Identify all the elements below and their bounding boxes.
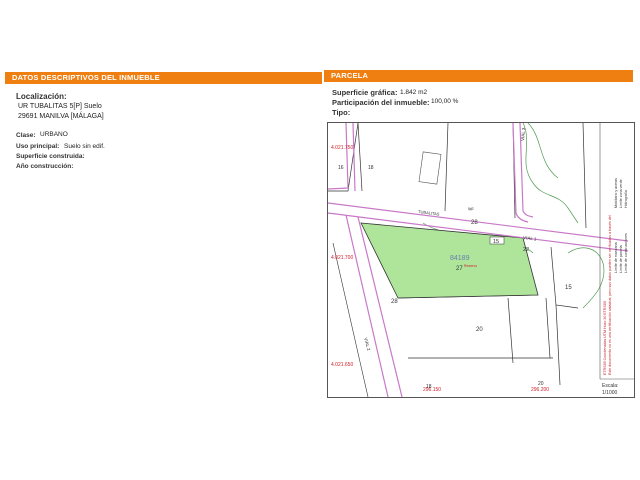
legend-item: Límite de parcela xyxy=(619,245,623,273)
clase-value: URBANO xyxy=(40,131,68,138)
legend-item: Límite zona verde xyxy=(619,179,623,208)
legend-item: Límite de manzana xyxy=(614,242,618,273)
lot-number: 15 xyxy=(493,239,499,245)
lot-boundary xyxy=(582,123,587,229)
legend-item: Límite de construcciones xyxy=(624,233,628,273)
superficie-grafica-value: 1.842 m2 xyxy=(400,89,428,96)
cadastral-map: 4.021.750 4.021.700 4.021.650 296.150 29… xyxy=(327,122,635,398)
tipo-label: Tipo: xyxy=(332,108,351,117)
participacion-label: Participación del inmueble: xyxy=(332,98,430,107)
lot-boundary xyxy=(507,297,514,364)
scale-value: 1/1000 xyxy=(602,390,618,396)
coord-mid: 4.021.700 xyxy=(331,255,353,261)
vegetation-contour xyxy=(567,247,605,309)
lot-boundary xyxy=(555,304,561,386)
legend-side-text: Este documento no es una certificación c… xyxy=(608,215,612,375)
superficie-grafica-label: Superficie gráfica: xyxy=(332,88,398,97)
uso-principal-label: Uso principal: xyxy=(16,143,60,150)
lot-number: 22 xyxy=(523,247,529,253)
parcel-number: 27 xyxy=(456,266,463,272)
lot-boundary xyxy=(357,123,363,192)
lot-boundary xyxy=(332,242,369,397)
via-label-2: VIAL 2 xyxy=(363,337,371,352)
ano-construccion-label: Año construcción: xyxy=(16,163,74,170)
road-edge xyxy=(328,123,349,190)
coord-bottom: 4.021.650 xyxy=(331,362,353,368)
clase-label: Clase: xyxy=(16,132,36,139)
lot-number: 18 xyxy=(426,384,432,390)
uso-principal-value: Suelo sin edif. xyxy=(64,143,105,150)
lot-number: 20 xyxy=(538,381,544,387)
via-label-1: VIAL 1 xyxy=(523,235,537,242)
road-label-b: MF xyxy=(468,206,475,212)
vegetation-contour xyxy=(522,123,579,224)
localizacion-line2: 29691 MANILVA [MÁLAGA] xyxy=(18,113,104,120)
lot-boundary xyxy=(550,246,579,309)
lot-number: 18 xyxy=(368,165,374,171)
localizacion-label: Localización: xyxy=(16,92,67,101)
lot-boundary xyxy=(545,297,551,359)
lot-boundary xyxy=(444,123,449,212)
lot-number: 28 xyxy=(471,220,478,226)
via-label-top: VIAL 3 xyxy=(520,127,526,141)
legend-item: Mobiliario y aceras xyxy=(614,178,618,208)
parcel-id: 84189 xyxy=(450,255,470,262)
map-drawing: 4.021.750 4.021.700 4.021.650 296.150 29… xyxy=(328,123,634,397)
legend-item: Hidrografía xyxy=(624,190,628,208)
descriptive-data-header: DATOS DESCRIPTIVOS DEL INMUEBLE xyxy=(5,72,322,84)
parcel-tag: Reservo xyxy=(464,264,477,268)
lot-number: 20 xyxy=(476,327,483,333)
building-outline xyxy=(418,151,442,185)
lot-number: 28 xyxy=(391,299,398,305)
scale-label: Escala: xyxy=(602,383,618,389)
lot-number: 15 xyxy=(565,285,572,291)
legend-side-text: ETRS89 Coordenadas UTM Huso 30 ETRS89 xyxy=(603,301,607,375)
participacion-value: 100,00 % xyxy=(431,98,459,105)
coord-x-right: 296.200 xyxy=(531,387,549,393)
lot-number: 16 xyxy=(338,165,344,171)
coord-top: 4.021.750 xyxy=(331,145,353,151)
localizacion-line1: UR TUBALITAS 5[P] Suelo xyxy=(18,103,102,110)
vegetation-contour xyxy=(527,123,559,179)
parcela-header: PARCELA xyxy=(324,70,633,82)
superficie-construida-label: Superficie construida: xyxy=(16,153,85,160)
